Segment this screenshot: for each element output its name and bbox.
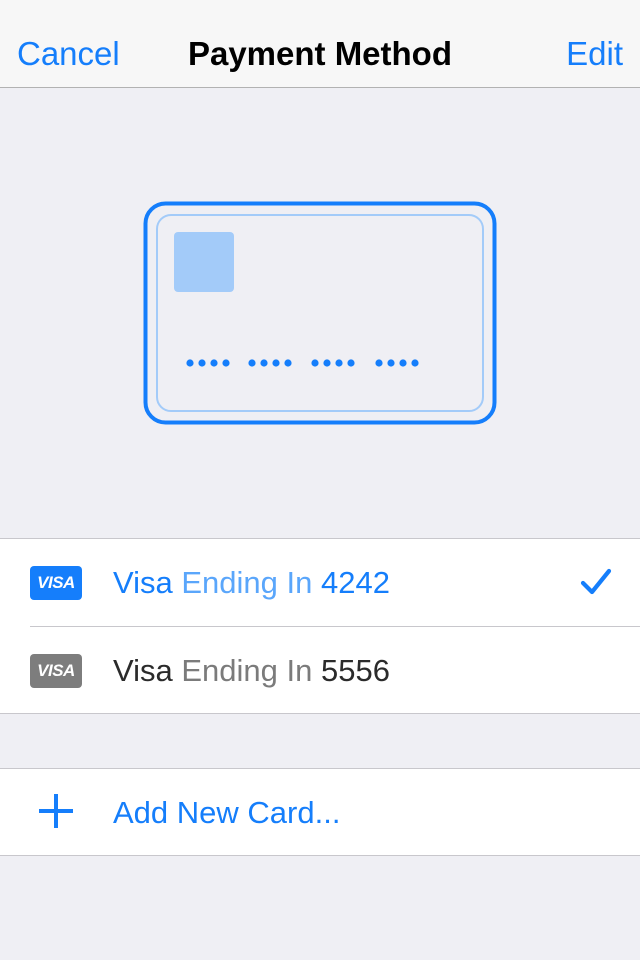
plus-icon — [39, 794, 73, 828]
add-new-card-button[interactable]: Add New Card... — [0, 769, 640, 856]
add-new-card-label: Add New Card... — [113, 795, 341, 830]
card-label: Visa Ending In 5556 — [113, 651, 390, 691]
navigation-bar: Cancel Payment Method Edit — [0, 0, 640, 88]
card-brand: Visa — [113, 653, 173, 688]
card-number-mask — [186, 359, 419, 367]
visa-icon: VISA — [30, 654, 82, 688]
card-last4: 5556 — [321, 653, 390, 688]
card-ending-label: Ending In — [181, 565, 313, 600]
card-chip — [174, 232, 234, 292]
visa-icon: VISA — [30, 566, 82, 600]
cancel-button[interactable]: Cancel — [17, 34, 120, 74]
card-last4: 4242 — [321, 565, 390, 600]
edit-button[interactable]: Edit — [566, 34, 623, 74]
saved-cards-list: VISA Visa Ending In 4242 VISA Visa Endin… — [0, 538, 640, 714]
card-row-4242[interactable]: VISA Visa Ending In 4242 — [0, 539, 640, 627]
card-ending-label: Ending In — [181, 653, 313, 688]
card-preview-area — [0, 88, 640, 538]
card-label: Visa Ending In 4242 — [113, 563, 390, 603]
checkmark-icon — [580, 568, 612, 595]
credit-card-illustration — [143, 201, 497, 425]
card-row-5556[interactable]: VISA Visa Ending In 5556 — [0, 627, 640, 714]
card-brand: Visa — [113, 565, 173, 600]
add-card-section: Add New Card... — [0, 768, 640, 856]
